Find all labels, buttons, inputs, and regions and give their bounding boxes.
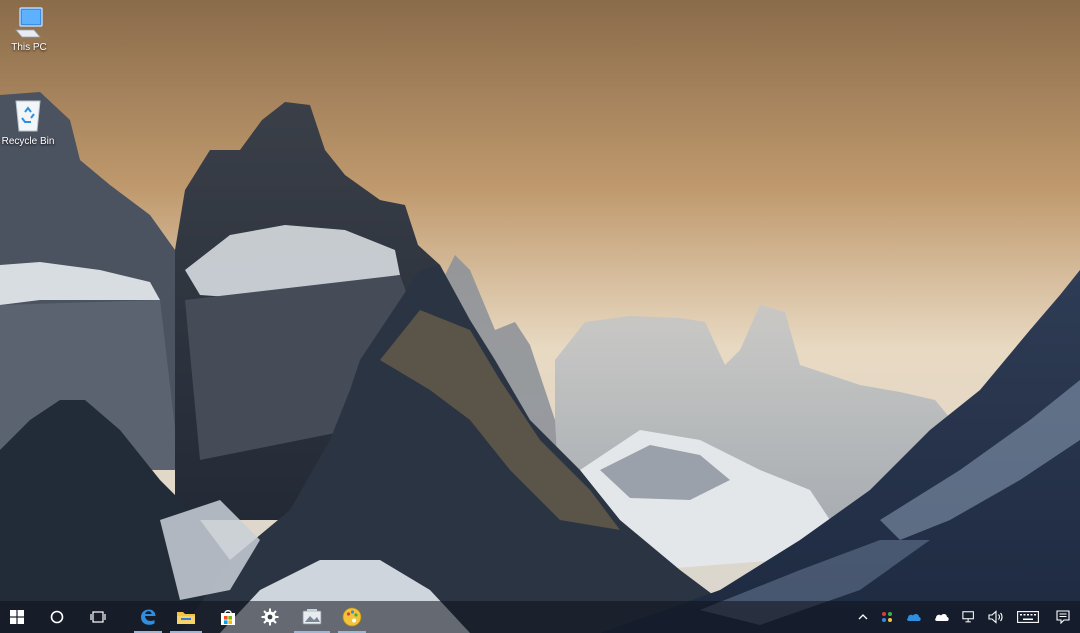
action-center-icon: [1056, 610, 1070, 624]
tray-onedrive-blue[interactable]: [900, 601, 928, 633]
computer-icon: [15, 7, 43, 38]
system-tray: [852, 601, 1080, 633]
recycle-bin-icon: [15, 100, 41, 132]
tray-onedrive-white[interactable]: [928, 601, 956, 633]
paint-palette-icon: [342, 607, 362, 627]
gear-icon: [261, 608, 279, 626]
task-view-button[interactable]: [80, 601, 116, 633]
touch-keyboard-button[interactable]: [1010, 601, 1046, 633]
taskbar-settings[interactable]: [250, 601, 290, 633]
chevron-up-icon: [858, 614, 868, 620]
taskbar-file-explorer[interactable]: [166, 601, 206, 633]
action-center-button[interactable]: [1046, 601, 1080, 633]
task-view-icon: [90, 611, 106, 623]
onedrive-white-icon: [935, 613, 949, 621]
tray-volume[interactable]: [982, 601, 1010, 633]
keyboard-icon: [1017, 611, 1039, 623]
folder-icon: [177, 612, 195, 624]
onedrive-blue-icon: [907, 613, 921, 621]
desktop-icon-label: Recycle Bin: [1, 136, 55, 147]
windows-logo-icon: [10, 610, 24, 624]
colorful-app-icon: [882, 612, 892, 622]
cortana-circle-icon: [50, 610, 64, 624]
desktop-icon-this-pc[interactable]: This PC: [0, 6, 61, 54]
show-hidden-icons-button[interactable]: [852, 601, 874, 633]
desktop-icon-label: This PC: [11, 42, 47, 53]
taskbar-store[interactable]: [206, 601, 250, 633]
volume-icon: [988, 610, 1003, 624]
taskbar-edge[interactable]: [130, 601, 166, 633]
tray-colorful-app[interactable]: [874, 601, 900, 633]
edge-icon: [141, 609, 156, 625]
taskbar-paint[interactable]: [334, 601, 370, 633]
image-app-icon: [302, 609, 322, 625]
taskbar: [0, 601, 1080, 633]
taskbar-image-app[interactable]: [290, 601, 334, 633]
store-icon: [221, 610, 235, 625]
search-cortana-button[interactable]: [34, 601, 80, 633]
tray-network[interactable]: [956, 601, 982, 633]
network-icon: [962, 611, 974, 623]
start-button[interactable]: [0, 601, 34, 633]
desktop-icon-recycle-bin[interactable]: Recycle Bin: [0, 98, 60, 148]
desktop-wallpaper: [0, 0, 1080, 633]
